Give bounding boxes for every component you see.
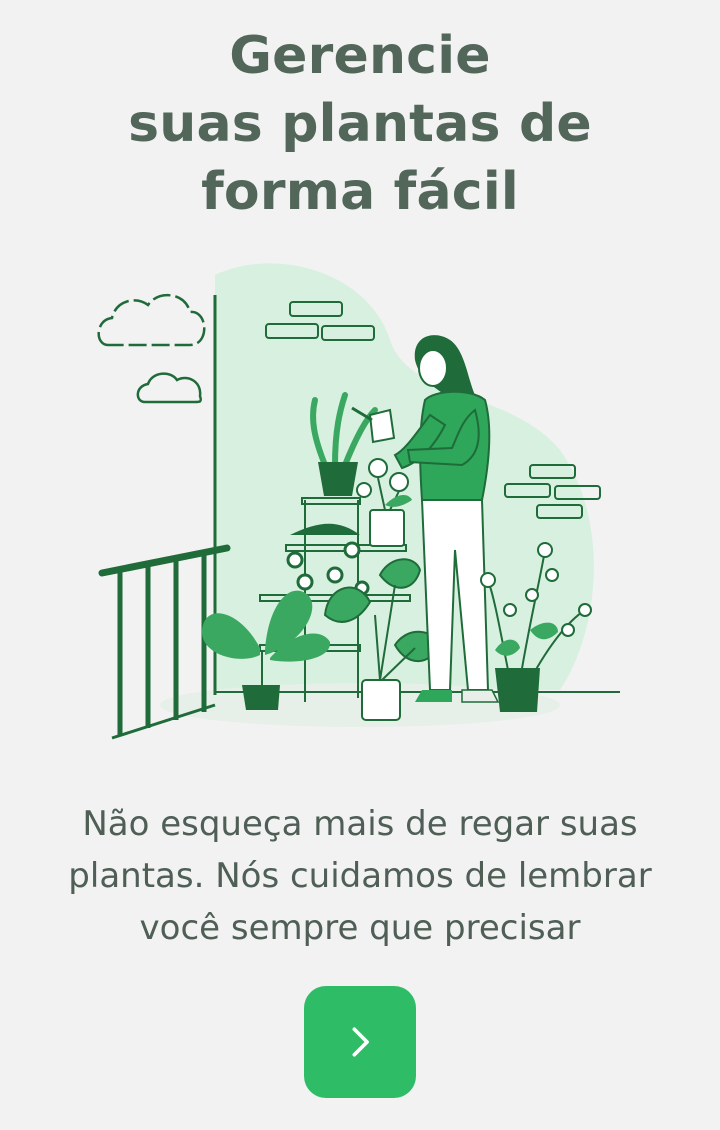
onboarding-screen: Gerencie suas plantas de forma fácil Não… (0, 0, 720, 1130)
next-button[interactable] (304, 986, 416, 1098)
title-line: suas plantas de (128, 94, 592, 154)
description-line: plantas. Nós cuidamos de lembrar (68, 856, 652, 896)
title-line: forma fácil (201, 162, 519, 222)
plant-care-illustration (97, 263, 620, 740)
description-line: Não esqueça mais de regar suas (82, 804, 638, 844)
onboarding-description: Não esqueça mais de regar suas plantas. … (60, 798, 660, 954)
chevron-right-icon (352, 1027, 369, 1057)
description-line: você sempre que precisar (139, 908, 581, 948)
page-title: Gerencie suas plantas de forma fácil (0, 22, 720, 226)
title-line: Gerencie (229, 26, 491, 86)
